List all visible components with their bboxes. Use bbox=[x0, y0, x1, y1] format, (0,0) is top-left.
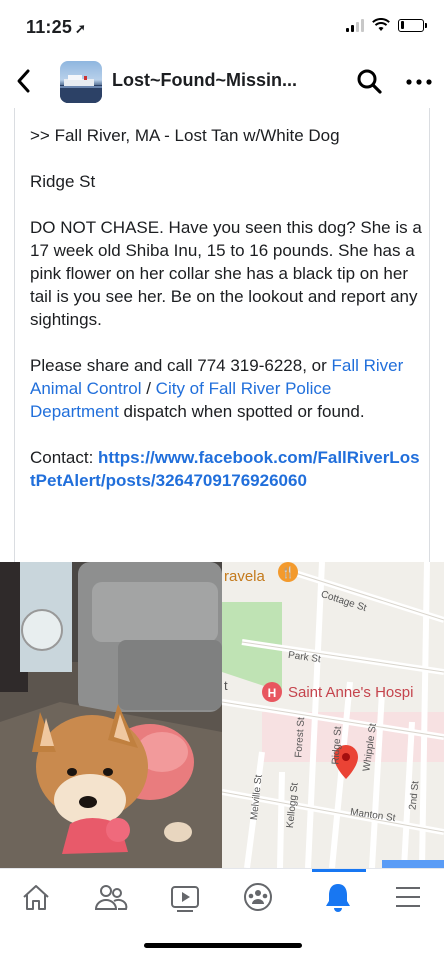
back-button[interactable] bbox=[12, 66, 36, 96]
svg-text:H: H bbox=[268, 686, 277, 700]
more-options-button[interactable] bbox=[404, 68, 434, 96]
map-image[interactable]: 🍴 H ravela Cottage St Park St Saint Anne… bbox=[222, 562, 444, 868]
search-icon bbox=[357, 69, 382, 94]
watch-icon bbox=[171, 886, 199, 912]
home-indicator-bar[interactable] bbox=[144, 943, 302, 948]
menu-icon bbox=[396, 887, 420, 907]
share-suffix: dispatch when spotted or found. bbox=[118, 402, 365, 421]
post-text: >> Fall River, MA - Lost Tan w/White Dog… bbox=[30, 124, 422, 515]
group-header: Lost~Found~Missin... bbox=[0, 56, 444, 108]
bottom-navigation bbox=[0, 868, 444, 928]
group-title[interactable]: Lost~Found~Missin... bbox=[112, 70, 297, 91]
map-label-t: t bbox=[224, 678, 228, 693]
home-icon bbox=[23, 885, 49, 910]
search-button[interactable] bbox=[356, 68, 384, 96]
groups-icon bbox=[244, 883, 272, 911]
post-description: DO NOT CHASE. Have you seen this dog? Sh… bbox=[30, 218, 422, 329]
notifications-bell-icon bbox=[326, 884, 350, 912]
more-horizontal-icon bbox=[406, 79, 432, 85]
map-label-hospital: Saint Anne's Hospi bbox=[288, 684, 414, 701]
group-cover-thumbnail bbox=[60, 75, 102, 103]
post-contact: Contact: https://www.facebook.com/FallRi… bbox=[30, 446, 422, 492]
post-share-paragraph: Please share and call 774 319-6228, or F… bbox=[30, 354, 422, 423]
clock-text: 11:25 bbox=[26, 17, 73, 37]
map-label-ravela: ravela bbox=[224, 568, 265, 585]
wifi-icon bbox=[372, 18, 390, 31]
contact-label: Contact: bbox=[30, 448, 99, 467]
nav-watch[interactable] bbox=[165, 877, 205, 917]
status-bar: 11:25 ➚ bbox=[0, 0, 444, 56]
share-prefix: Please share and call 774 319-6228, or bbox=[30, 356, 332, 375]
group-avatar[interactable] bbox=[60, 61, 102, 103]
nav-menu[interactable] bbox=[388, 877, 428, 917]
post-images: 🍴 H ravela Cottage St Park St Saint Anne… bbox=[0, 562, 444, 868]
location-arrow-icon: ➚ bbox=[75, 21, 87, 36]
dog-photo-image bbox=[0, 562, 222, 868]
status-icons bbox=[346, 18, 427, 32]
chevron-left-icon bbox=[17, 69, 30, 93]
battery-icon bbox=[398, 18, 427, 32]
nav-home[interactable] bbox=[16, 877, 56, 917]
status-time: 11:25 ➚ bbox=[26, 17, 86, 38]
nav-friends[interactable] bbox=[90, 877, 130, 917]
dog-photo[interactable] bbox=[0, 562, 222, 868]
friends-icon bbox=[94, 885, 128, 910]
map-graphic: 🍴 H bbox=[222, 562, 444, 868]
post-street: Ridge St bbox=[30, 172, 96, 191]
active-tab-indicator bbox=[312, 869, 366, 872]
post-body: >> Fall River, MA - Lost Tan w/White Dog… bbox=[14, 108, 430, 562]
share-separator: / bbox=[141, 379, 156, 398]
svg-text:🍴: 🍴 bbox=[281, 566, 295, 579]
cellular-signal-icon bbox=[346, 18, 364, 32]
nav-groups[interactable] bbox=[238, 877, 278, 917]
nav-notifications[interactable] bbox=[318, 877, 358, 917]
post-headline: >> Fall River, MA - Lost Tan w/White Dog bbox=[30, 126, 340, 145]
